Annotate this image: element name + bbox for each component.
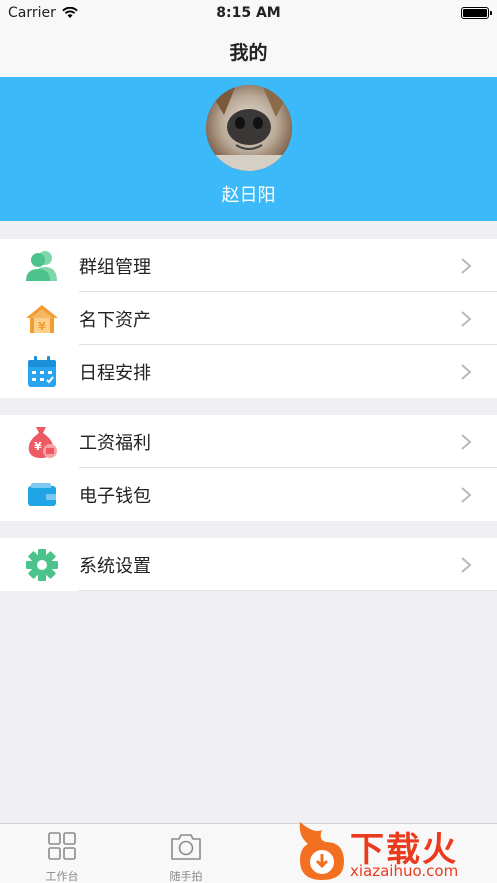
- avatar[interactable]: [206, 85, 292, 171]
- watermark-logo: 下载火 xiazaihuo.com: [292, 818, 497, 883]
- status-right: [349, 7, 492, 19]
- flame-logo-icon: [299, 822, 344, 880]
- tab-label: 工作台: [45, 870, 79, 883]
- menu-item-salary[interactable]: ¥ 工资福利: [0, 415, 497, 468]
- money-bag-icon: ¥: [24, 424, 60, 460]
- menu-item-label: 工资福利: [79, 432, 151, 454]
- grid-icon: [48, 832, 76, 860]
- svg-text:¥: ¥: [34, 440, 42, 453]
- profile-name: 赵日阳: [221, 185, 276, 206]
- tab-workbench[interactable]: 工作台: [22, 830, 102, 883]
- wallet-icon: [24, 477, 60, 513]
- svg-text:¥: ¥: [38, 320, 46, 333]
- watermark-url: xiazaihuo.com: [350, 862, 459, 880]
- group-icon: [24, 248, 60, 284]
- chevron-right-icon: [461, 556, 472, 573]
- menu-item-schedule[interactable]: 日程安排: [0, 345, 497, 398]
- profile-header: 赵日阳: [0, 77, 497, 221]
- status-time: 8:15 AM: [216, 5, 281, 21]
- menu-section-2: ¥ 工资福利 电子钱包: [0, 415, 497, 521]
- menu-item-settings[interactable]: 系统设置: [0, 538, 497, 591]
- house-yen-icon: ¥: [24, 301, 60, 337]
- nav-bar: 我的: [0, 26, 497, 77]
- calendar-icon: [24, 354, 60, 390]
- menu-item-label: 电子钱包: [79, 485, 151, 507]
- chevron-right-icon: [461, 486, 472, 503]
- menu-item-label: 名下资产: [79, 309, 151, 331]
- divider: [79, 590, 497, 591]
- menu-section-3: 系统设置: [0, 538, 497, 591]
- menu-section-1: 群组管理 ¥ 名下资产 日程安排: [0, 239, 497, 398]
- chevron-right-icon: [461, 363, 472, 380]
- chevron-right-icon: [461, 310, 472, 327]
- menu-item-group-management[interactable]: 群组管理: [0, 239, 497, 292]
- wifi-icon: [62, 7, 78, 18]
- chevron-right-icon: [461, 257, 472, 274]
- tab-snapshot[interactable]: 随手拍: [146, 830, 226, 883]
- status-bar: Carrier 8:15 AM: [0, 0, 497, 26]
- menu-item-wallet[interactable]: 电子钱包: [0, 468, 497, 521]
- dog-photo-icon: [206, 85, 292, 171]
- carrier-label: Carrier: [8, 5, 56, 21]
- menu-item-label: 系统设置: [79, 555, 151, 577]
- menu-item-assets[interactable]: ¥ 名下资产: [0, 292, 497, 345]
- status-left: Carrier: [8, 5, 148, 21]
- menu-item-label: 群组管理: [79, 256, 151, 278]
- camera-icon: [171, 834, 201, 860]
- battery-icon: [461, 7, 492, 19]
- gear-icon: [24, 547, 60, 583]
- page-title: 我的: [229, 42, 268, 64]
- chevron-right-icon: [461, 433, 472, 450]
- tab-label: 随手拍: [169, 870, 203, 883]
- menu-item-label: 日程安排: [79, 362, 151, 384]
